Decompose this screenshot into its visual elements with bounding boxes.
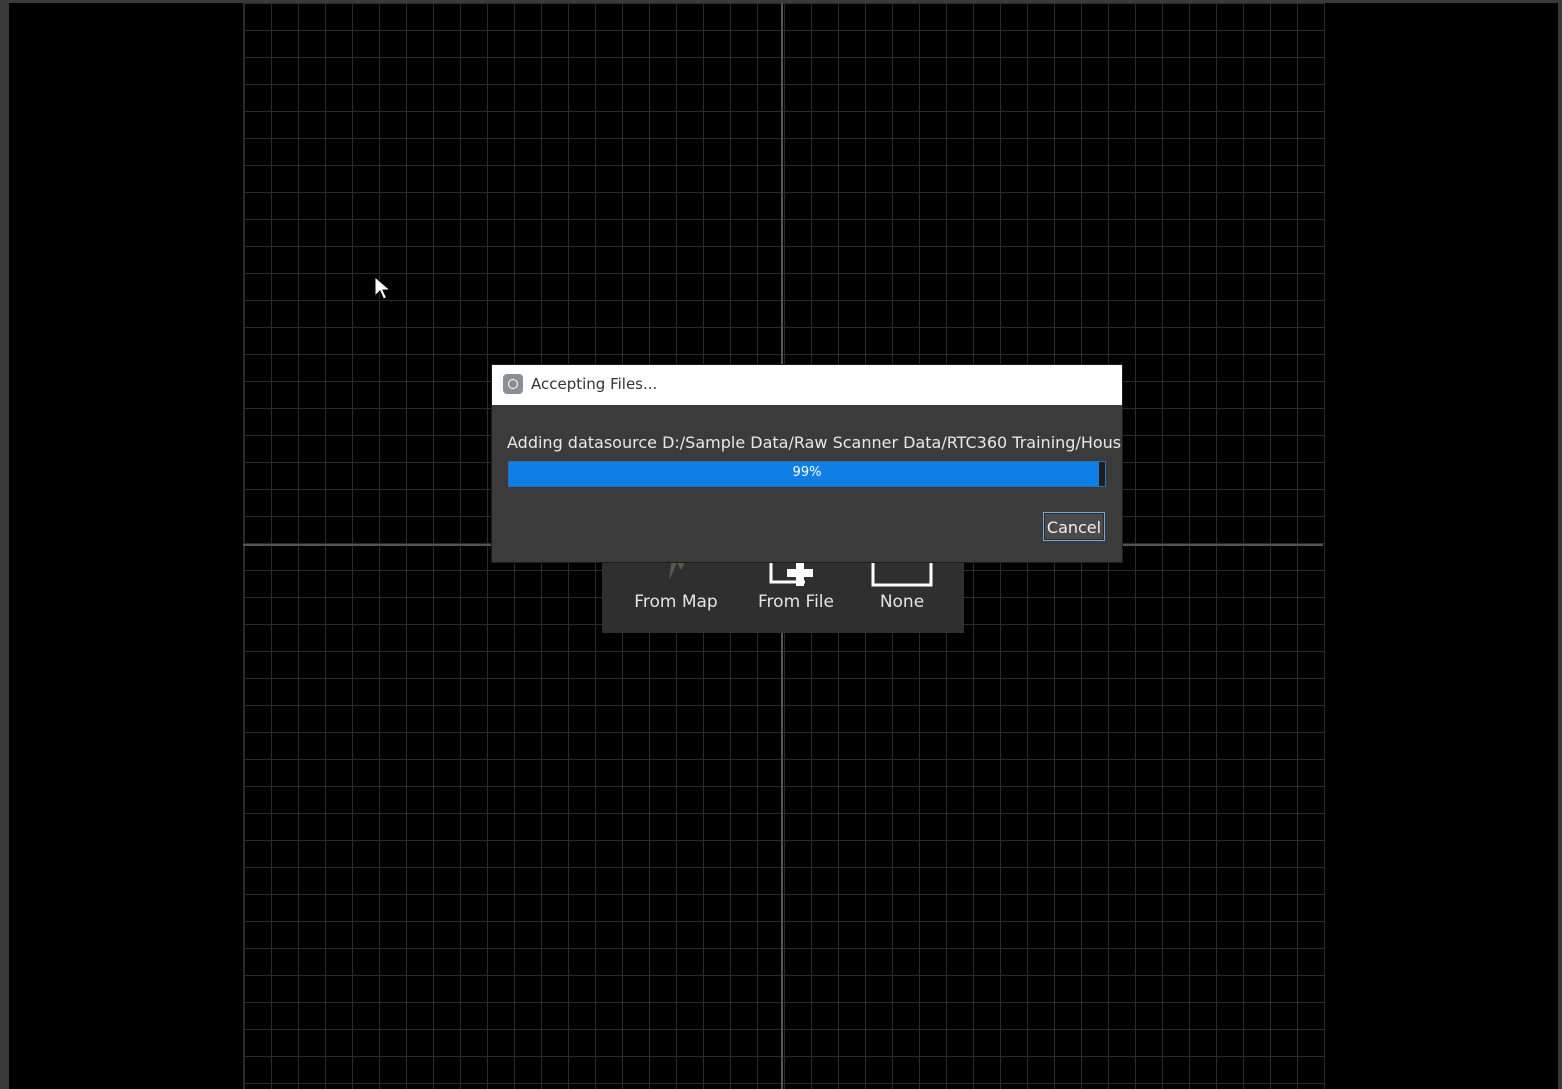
from-file-label: From File: [758, 592, 834, 612]
dialog-titlebar[interactable]: Accepting Files...: [492, 365, 1122, 405]
from-map-label: From Map: [634, 592, 718, 612]
app-window: From Map From File None Accepting Files.…: [0, 0, 1562, 1089]
window-right-border: [1558, 0, 1562, 1089]
status-message: Adding datasource D:/Sample Data/Raw Sca…: [507, 433, 1122, 452]
none-label: None: [879, 592, 925, 612]
cancel-button[interactable]: Cancel: [1043, 512, 1105, 541]
progress-bar: 99%: [508, 461, 1106, 487]
mouse-cursor-icon: [374, 276, 392, 300]
window-left-border: [0, 0, 9, 1089]
dialog-title: Accepting Files...: [531, 375, 658, 393]
app-gear-icon: [503, 374, 523, 394]
progress-label: 99%: [792, 465, 822, 480]
accepting-files-dialog: Accepting Files... Adding datasource D:/…: [492, 365, 1122, 562]
